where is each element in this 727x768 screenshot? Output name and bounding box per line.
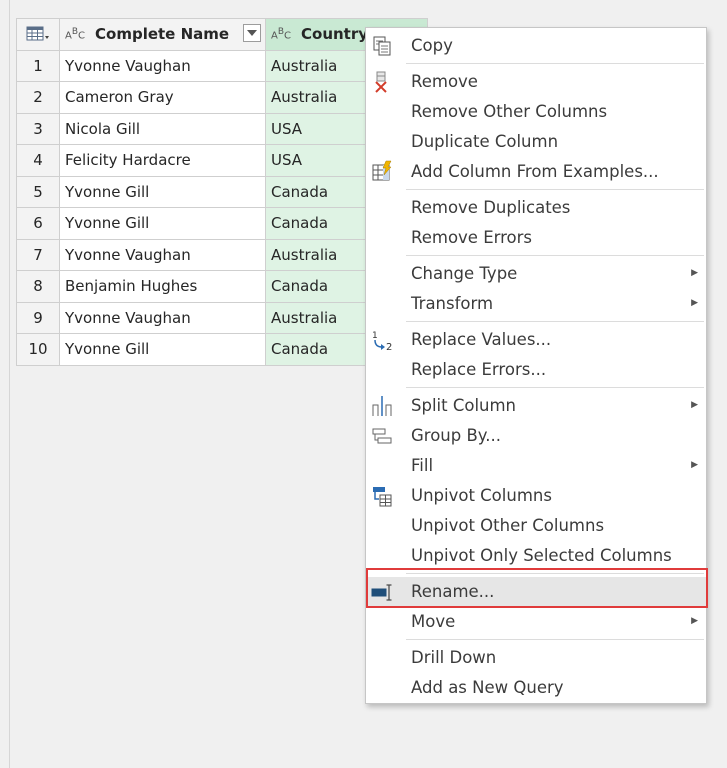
menu-item-label: Split Column [411, 396, 517, 415]
column-header-complete-name[interactable]: ABC Complete Name [59, 18, 266, 51]
cell-complete-name[interactable]: Yvonne Vaughan [59, 49, 266, 82]
table-menu-button[interactable] [16, 18, 60, 51]
menu-item-label: Remove Errors [411, 228, 533, 247]
svg-text:1: 1 [372, 331, 378, 341]
text-type-icon: ABC [271, 27, 292, 42]
cell-complete-name[interactable]: Cameron Gray [59, 81, 266, 114]
cell-complete-name[interactable]: Yvonne Vaughan [59, 238, 266, 271]
replace-values-icon: 12 [370, 328, 394, 353]
menu-item-unpivot-other-columns[interactable]: Unpivot Other Columns [366, 511, 706, 541]
row-number[interactable]: 9 [16, 301, 60, 334]
group-by-icon [370, 424, 394, 448]
row-number[interactable]: 4 [16, 144, 60, 177]
menu-item-label: Unpivot Other Columns [411, 516, 605, 535]
menu-item-label: Add Column From Examples... [411, 162, 659, 181]
menu-item-label: Copy [411, 36, 453, 55]
menu-item-label: Duplicate Column [411, 132, 559, 151]
submenu-arrow-icon: ▶ [691, 616, 698, 626]
cell-complete-name[interactable]: Yvonne Gill [59, 333, 266, 366]
row-number[interactable]: 5 [16, 175, 60, 208]
menu-item-label: Unpivot Only Selected Columns [411, 546, 672, 565]
menu-item-copy[interactable]: Copy [366, 31, 706, 61]
remove-column-icon [370, 70, 394, 94]
cell-complete-name[interactable]: Yvonne Gill [59, 175, 266, 208]
menu-item-replace-errors[interactable]: Replace Errors... [366, 355, 706, 385]
menu-item-label: Replace Errors... [411, 360, 547, 379]
unpivot-icon [370, 484, 394, 508]
menu-item-label: Transform [411, 294, 494, 313]
menu-item-label: Unpivot Columns [411, 486, 552, 505]
menu-separator [406, 387, 704, 388]
svg-text:2: 2 [386, 342, 392, 352]
submenu-arrow-icon: ▶ [691, 400, 698, 410]
column-context-menu: Copy Remove Remove Other Columns Duplicate … [365, 27, 707, 704]
menu-separator [406, 63, 704, 64]
menu-item-remove-errors[interactable]: Remove Errors [366, 223, 706, 253]
menu-item-label: Add as New Query [411, 678, 564, 697]
row-number[interactable]: 7 [16, 238, 60, 271]
menu-item-drill-down[interactable]: Drill Down [366, 643, 706, 673]
menu-separator [406, 255, 704, 256]
left-panel-edge [0, 0, 10, 768]
filter-dropdown-button[interactable] [243, 24, 261, 43]
menu-item-unpivot-only-selected-columns[interactable]: Unpivot Only Selected Columns [366, 541, 706, 571]
menu-item-label: Rename... [411, 582, 495, 601]
menu-separator [406, 573, 704, 574]
column-header-label: Country [301, 25, 369, 44]
menu-item-label: Remove Duplicates [411, 198, 571, 217]
copy-icon [370, 34, 394, 58]
menu-item-group-by[interactable]: Group By... [366, 421, 706, 451]
menu-separator [406, 189, 704, 190]
menu-item-split-column[interactable]: Split Column ▶ [366, 391, 706, 421]
menu-item-label: Change Type [411, 264, 518, 283]
menu-item-label: Drill Down [411, 648, 497, 667]
submenu-arrow-icon: ▶ [691, 298, 698, 308]
cell-complete-name[interactable]: Benjamin Hughes [59, 270, 266, 303]
text-type-icon: ABC [65, 27, 86, 42]
menu-separator [406, 321, 704, 322]
menu-item-remove-other-columns[interactable]: Remove Other Columns [366, 97, 706, 127]
menu-item-add-as-new-query[interactable]: Add as New Query [366, 673, 706, 703]
menu-item-change-type[interactable]: Change Type ▶ [366, 259, 706, 289]
menu-item-label: Remove [411, 72, 478, 91]
table-icon [26, 26, 49, 41]
add-from-examples-icon [370, 160, 394, 184]
row-number[interactable]: 10 [16, 333, 60, 366]
menu-item-label: Remove Other Columns [411, 102, 608, 121]
menu-item-unpivot-columns[interactable]: Unpivot Columns [366, 481, 706, 511]
menu-item-transform[interactable]: Transform ▶ [366, 289, 706, 319]
row-number[interactable]: 2 [16, 81, 60, 114]
menu-item-remove-duplicates[interactable]: Remove Duplicates [366, 193, 706, 223]
cell-complete-name[interactable]: Felicity Hardacre [59, 144, 266, 177]
row-number[interactable]: 1 [16, 49, 60, 82]
cell-complete-name[interactable]: Yvonne Vaughan [59, 301, 266, 334]
submenu-arrow-icon: ▶ [691, 268, 698, 278]
menu-item-duplicate-column[interactable]: Duplicate Column [366, 127, 706, 157]
menu-item-label: Group By... [411, 426, 501, 445]
menu-item-remove[interactable]: Remove [366, 67, 706, 97]
menu-item-label: Replace Values... [411, 330, 552, 349]
menu-item-fill[interactable]: Fill ▶ [366, 451, 706, 481]
column-header-label: Complete Name [95, 25, 230, 44]
cell-complete-name[interactable]: Nicola Gill [59, 112, 266, 145]
split-column-icon [370, 394, 394, 418]
menu-item-label: Fill [411, 456, 434, 475]
menu-item-rename[interactable]: Rename... [366, 577, 706, 607]
menu-item-add-column-from-examples[interactable]: Add Column From Examples... [366, 157, 706, 187]
menu-separator [406, 639, 704, 640]
menu-item-replace-values[interactable]: 1 2 Replace Values... [366, 325, 706, 355]
submenu-arrow-icon: ▶ [691, 460, 698, 470]
row-number[interactable]: 3 [16, 112, 60, 145]
chevron-down-icon [247, 30, 257, 37]
cell-complete-name[interactable]: Yvonne Gill [59, 207, 266, 240]
menu-item-move[interactable]: Move ▶ [366, 607, 706, 637]
menu-item-label: Move [411, 612, 456, 631]
row-number[interactable]: 8 [16, 270, 60, 303]
row-number[interactable]: 6 [16, 207, 60, 240]
rename-icon [370, 580, 394, 604]
